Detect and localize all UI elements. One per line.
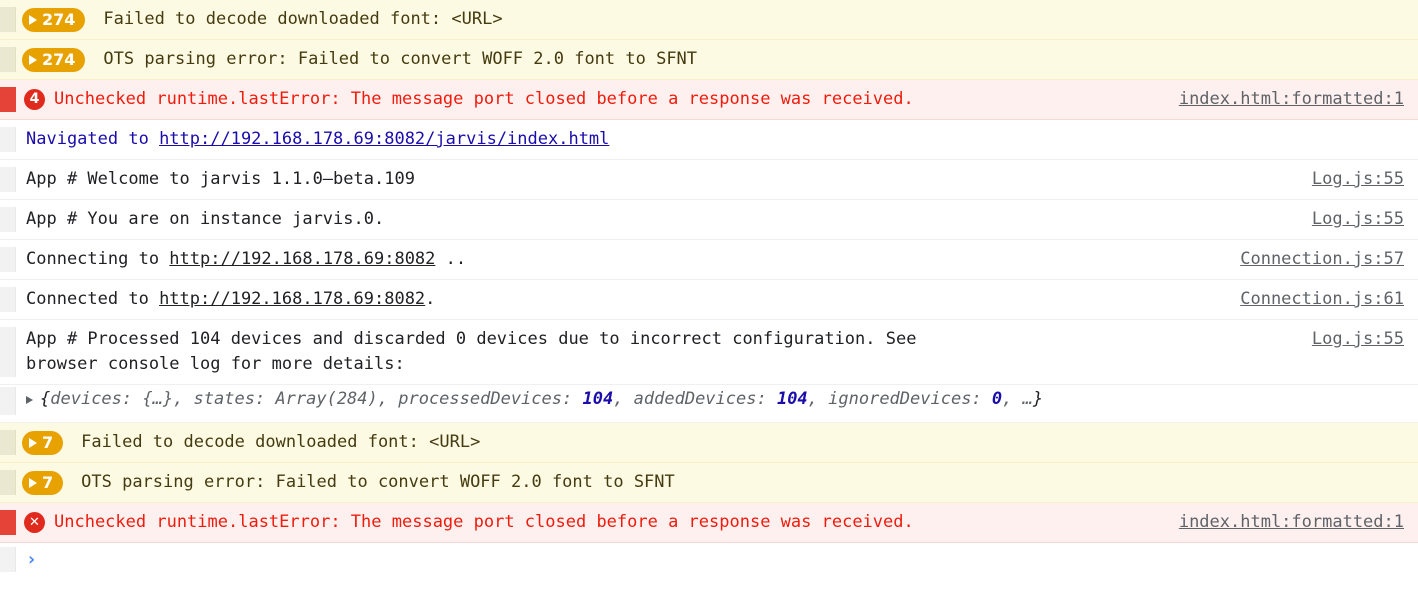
row-gutter [0,430,16,455]
chevron-right-icon [29,54,37,65]
error-group-badge[interactable]: 4 [24,89,45,110]
object-preview-key: , addedDevices: [613,389,777,409]
source-link[interactable]: Connection.js:61 [1240,287,1404,312]
row-body: App # You are on instance jarvis.0. Log.j… [16,207,1404,232]
console-error-row: 4 Unchecked runtime.lastError: The messag… [0,80,1418,120]
object-preview-brace: { [40,389,51,409]
object-preview-brace: } [1032,389,1044,409]
console-prompt-input[interactable] [42,547,1404,567]
error-message: Unchecked runtime.lastError: The message… [54,89,914,109]
warning-message: OTS parsing error: Failed to convert WOF… [81,472,675,492]
console-log-row: App # Processed 104 devices and discarde… [0,320,1418,385]
console-warning-row: 7 Failed to decode downloaded font: <URL> [0,423,1418,463]
row-gutter [0,47,16,72]
console-log-row: Connecting to http://192.168.178.69:8082… [0,240,1418,280]
console-rows: 274 Failed to decode downloaded font: <UR… [0,0,1418,543]
row-body: {devices: {…}, states: Array(284), proce… [16,387,1404,412]
chevron-right-icon [29,437,37,448]
row-body: 7 OTS parsing error: Failed to convert WO… [16,470,1404,495]
warning-group-badge[interactable]: 274 [22,7,86,32]
console-warning-row: 274 Failed to decode downloaded font: <UR… [0,0,1418,40]
console-log-row: Connected to http://192.168.178.69:8082.… [0,280,1418,320]
navigation-url-link[interactable]: http://192.168.178.69:8082/jarvis/index.… [159,129,609,149]
log-suffix: . [425,289,436,309]
warning-group-badge[interactable]: 7 [22,470,64,495]
row-body: 4 Unchecked runtime.lastError: The messag… [16,87,1404,112]
console-log-row: App # Welcome to jarvis 1.1.0–beta.109 Lo… [0,160,1418,200]
log-suffix: .. [435,249,467,269]
log-message: App # You are on instance jarvis.0. [26,209,385,229]
warning-group-badge[interactable]: 274 [22,47,86,72]
log-message: App # Welcome to jarvis 1.1.0–beta.109 [26,169,415,189]
warning-message: Failed to decode downloaded font: <URL> [103,9,503,29]
row-gutter [0,327,16,377]
source-link[interactable]: index.html:formatted:1 [1179,87,1404,112]
console-object-preview-row: {devices: {…}, states: Array(284), proce… [0,385,1418,423]
row-body: App # Welcome to jarvis 1.1.0–beta.109 Lo… [16,167,1404,192]
log-prefix: Connecting to [26,249,170,269]
row-gutter [0,470,16,495]
warning-count: 7 [42,433,54,452]
row-gutter [0,387,16,415]
source-link[interactable]: Connection.js:57 [1240,247,1404,272]
log-url-link[interactable]: http://192.168.178.69:8082 [169,249,435,269]
row-body: 7 Failed to decode downloaded font: <URL> [16,430,1404,455]
object-preview-num: 104 [582,389,614,409]
source-link[interactable]: Log.js:55 [1312,207,1404,232]
row-gutter [0,247,16,272]
chevron-right-icon [29,14,37,25]
warning-count: 274 [42,50,76,69]
warning-group-badge[interactable]: 7 [22,430,64,455]
row-gutter [0,127,16,152]
row-gutter [0,207,16,232]
row-body: 274 OTS parsing error: Failed to convert … [16,47,1404,72]
disclosure-triangle-icon[interactable] [26,396,33,404]
object-preview-key: devices: {…}, states: Array(284), proces… [50,389,583,409]
navigation-message: Navigated to http://192.168.178.69:8082/… [26,127,1404,152]
console-navigation-row: Navigated to http://192.168.178.69:8082/… [0,120,1418,160]
row-gutter [0,287,16,312]
warning-count: 7 [42,473,54,492]
row-gutter [0,510,16,535]
console-error-row: ✕ Unchecked runtime.lastError: The messag… [0,503,1418,543]
row-body: ✕ Unchecked runtime.lastError: The messag… [16,510,1404,535]
row-gutter [0,87,16,112]
row-gutter [0,7,16,32]
console-prompt-row[interactable]: › [0,543,1418,579]
warning-message: OTS parsing error: Failed to convert WOF… [103,49,698,69]
log-url-link[interactable]: http://192.168.178.69:8082 [159,289,425,309]
row-body: Connected to http://192.168.178.69:8082.… [16,287,1404,312]
warning-count: 274 [42,10,76,29]
log-prefix: Connected to [26,289,160,309]
row-gutter [0,547,16,572]
prompt-chevron-icon: › [26,549,37,570]
row-body: App # Processed 104 devices and discarde… [16,327,1404,377]
navigation-prefix: Navigated to [26,129,160,149]
source-link[interactable]: Log.js:55 [1312,327,1404,352]
error-message: Unchecked runtime.lastError: The message… [54,512,914,532]
row-body: 274 Failed to decode downloaded font: <UR… [16,7,1404,32]
console-warning-row: 7 OTS parsing error: Failed to convert WO… [0,463,1418,503]
log-message: Connected to http://192.168.178.69:8082. [26,287,1222,312]
object-preview-num: 0 [991,389,1003,409]
source-link[interactable]: index.html:formatted:1 [1179,510,1404,535]
row-gutter [0,167,16,192]
console-log-panel: 274 Failed to decode downloaded font: <UR… [0,0,1418,600]
log-message: Connecting to http://192.168.178.69:8082… [26,247,1222,272]
error-circle-icon[interactable]: ✕ [24,512,45,533]
console-warning-row: 274 OTS parsing error: Failed to convert … [0,40,1418,80]
warning-message: Failed to decode downloaded font: <URL> [81,432,481,452]
row-body: Navigated to http://192.168.178.69:8082/… [16,127,1404,152]
row-body: Connecting to http://192.168.178.69:8082… [16,247,1404,272]
object-preview-key: , ignoredDevices: [807,389,992,409]
object-preview-key: , … [1002,389,1033,409]
object-preview-num: 104 [776,389,808,409]
source-link[interactable]: Log.js:55 [1312,167,1404,192]
chevron-right-icon [29,477,37,488]
console-log-row: App # You are on instance jarvis.0. Log.j… [0,200,1418,240]
log-message: App # Processed 104 devices and discarde… [26,329,917,374]
object-preview-text[interactable]: {devices: {…}, states: Array(284), proce… [40,387,1404,412]
